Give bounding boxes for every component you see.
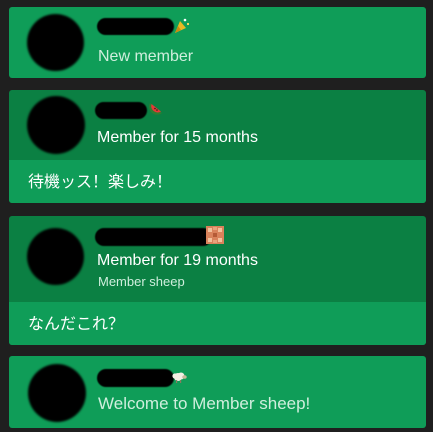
chat-feed: New member Member for 15 months 待機ッス！楽しみ… [0, 0, 433, 432]
redacted-author-name [95, 102, 147, 119]
membership-status: New member [98, 48, 194, 65]
member-message-card: Member for 15 months 待機ッス！楽しみ！ [9, 90, 426, 203]
new-member-card: Welcome to Member sheep! [9, 356, 426, 428]
membership-level: Member sheep [98, 274, 185, 289]
party-popper-icon [172, 17, 190, 35]
membership-status: Member for 19 months [97, 252, 258, 269]
pixel-badge-icon [205, 225, 225, 245]
welcome-message: Welcome to Member sheep! [98, 394, 311, 413]
redacted-author-name [95, 228, 212, 246]
member-message-card: Member for 19 months Member sheep なんだこれ？ [9, 216, 426, 345]
sheep-icon [171, 368, 189, 386]
new-member-card: New member [9, 7, 426, 78]
redacted-author-name [97, 18, 174, 35]
chat-message-text: 待機ッス！楽しみ！ [9, 160, 426, 203]
redacted-author-name [97, 369, 174, 387]
watermelon-icon [147, 99, 165, 117]
membership-status: Member for 15 months [97, 129, 258, 146]
avatar [28, 364, 86, 422]
chat-message-text: なんだこれ？ [9, 302, 426, 345]
avatar [27, 96, 85, 154]
avatar [27, 14, 84, 71]
avatar [27, 228, 84, 285]
